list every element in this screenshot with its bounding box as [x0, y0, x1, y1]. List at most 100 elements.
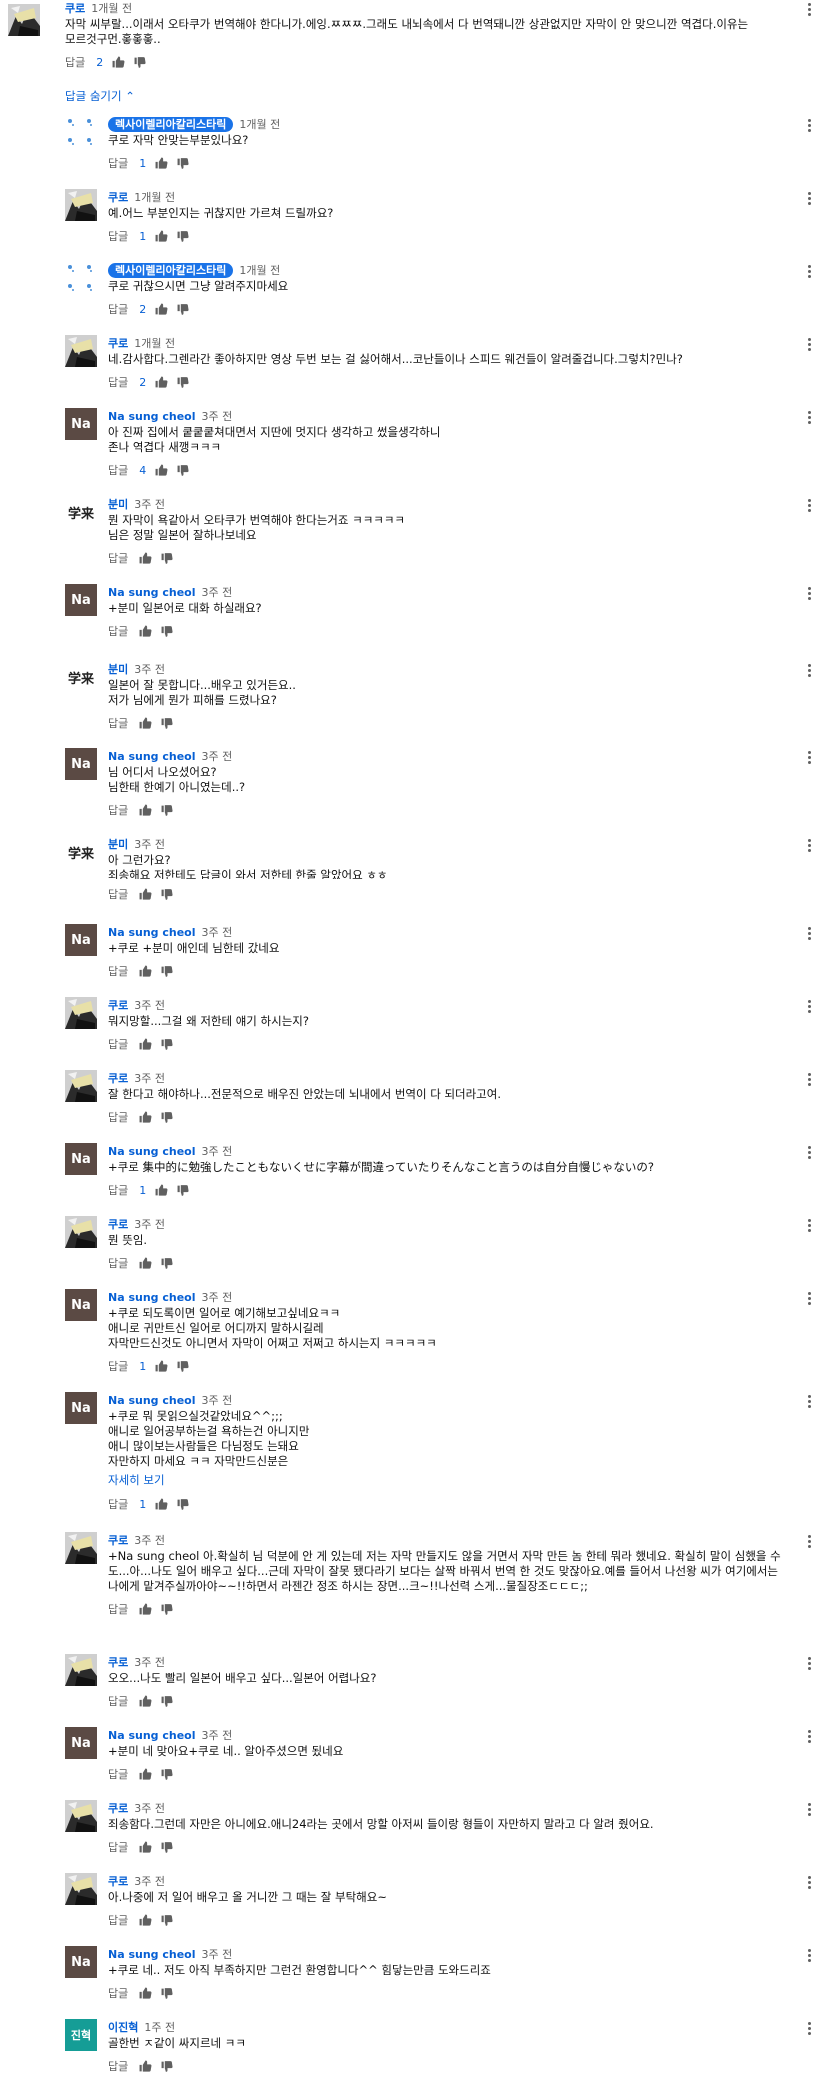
initials-avatar-icon[interactable]: 진혁 [65, 2019, 97, 2051]
manga-avatar-icon[interactable] [65, 1873, 97, 1905]
thumbs-down-icon[interactable] [177, 157, 190, 170]
comment-author[interactable]: 쿠로 [108, 337, 128, 350]
more-options-icon[interactable] [805, 1534, 813, 1550]
thumbs-down-icon[interactable] [161, 888, 174, 901]
thumbs-up-icon[interactable] [139, 1841, 152, 1854]
more-options-icon[interactable] [805, 191, 813, 207]
thumbs-up-icon[interactable] [139, 2060, 152, 2073]
more-options-icon[interactable] [805, 1145, 813, 1161]
comment-author[interactable]: 쿠로 [108, 1875, 128, 1888]
comment-author[interactable]: Na sung cheol [108, 1729, 196, 1742]
comment-author[interactable]: 쿠로 [65, 2, 85, 15]
thumbs-up-icon[interactable] [155, 230, 168, 243]
reply-button[interactable]: 답글 [108, 1109, 128, 1125]
more-options-icon[interactable] [805, 586, 813, 602]
na-avatar-icon[interactable]: Na [65, 408, 97, 440]
more-options-icon[interactable] [805, 663, 813, 679]
thumbs-up-icon[interactable] [139, 552, 152, 565]
comment-time[interactable]: 3주 전 [134, 1656, 165, 1669]
reply-button[interactable]: 답글 [108, 802, 128, 818]
thumbs-down-icon[interactable] [177, 376, 190, 389]
thumbs-up-icon[interactable] [139, 1695, 152, 1708]
comment-author[interactable]: 쿠로 [108, 1802, 128, 1815]
thumbs-down-icon[interactable] [177, 303, 190, 316]
thumbs-up-icon[interactable] [112, 56, 125, 69]
reply-button[interactable]: 답글 [108, 963, 128, 979]
reply-button[interactable]: 답글 [108, 1985, 128, 2001]
thumbs-down-icon[interactable] [161, 1768, 174, 1781]
reply-button[interactable]: 답글 [108, 1182, 128, 1198]
thumbs-down-icon[interactable] [161, 804, 174, 817]
reply-button[interactable]: 답글 [108, 1766, 128, 1782]
comment-author[interactable]: Na sung cheol [108, 1948, 196, 1961]
thumbs-down-icon[interactable] [161, 965, 174, 978]
comment-time[interactable]: 1개월 전 [239, 118, 280, 131]
comment-time[interactable]: 3주 전 [202, 1729, 233, 1742]
thumbs-down-icon[interactable] [134, 56, 147, 69]
na-avatar-icon[interactable]: Na [65, 584, 97, 616]
comment-time[interactable]: 3주 전 [202, 926, 233, 939]
thumbs-up-icon[interactable] [139, 965, 152, 978]
thumbs-up-icon[interactable] [139, 1914, 152, 1927]
thumbs-up-icon[interactable] [155, 303, 168, 316]
more-options-icon[interactable] [805, 264, 813, 280]
thumbs-up-icon[interactable] [139, 625, 152, 638]
reply-button[interactable]: 답글 [108, 1693, 128, 1709]
thumbs-up-icon[interactable] [155, 1360, 168, 1373]
thumbs-up-icon[interactable] [155, 1498, 168, 1511]
comment-time[interactable]: 3주 전 [202, 1145, 233, 1158]
thumbs-down-icon[interactable] [161, 2060, 174, 2073]
more-options-icon[interactable] [805, 1218, 813, 1234]
comment-time[interactable]: 3주 전 [134, 1218, 165, 1231]
thumbs-up-icon[interactable] [155, 1184, 168, 1197]
comment-time[interactable]: 3주 전 [202, 1948, 233, 1961]
cjk-avatar-icon[interactable]: 学来 [65, 836, 97, 868]
thumbs-down-icon[interactable] [177, 230, 190, 243]
comment-time[interactable]: 3주 전 [202, 1394, 233, 1407]
more-options-icon[interactable] [805, 1802, 813, 1818]
more-options-icon[interactable] [805, 498, 813, 514]
more-options-icon[interactable] [805, 750, 813, 766]
reply-button[interactable]: 답글 [108, 374, 128, 390]
manga-avatar-icon[interactable] [65, 997, 97, 1029]
more-options-icon[interactable] [805, 1875, 813, 1891]
cjk-avatar-icon[interactable]: 学来 [65, 496, 97, 528]
cjk-avatar-icon[interactable]: 学来 [65, 661, 97, 693]
reply-button[interactable]: 답글 [108, 462, 128, 478]
thumbs-up-icon[interactable] [139, 888, 152, 901]
na-avatar-icon[interactable]: Na [65, 1727, 97, 1759]
comment-author[interactable]: 쿠로 [108, 191, 128, 204]
thumbs-down-icon[interactable] [161, 1841, 174, 1854]
comment-author[interactable]: 쿠로 [108, 1218, 128, 1231]
reply-button[interactable]: 답글 [108, 886, 128, 902]
more-options-icon[interactable] [805, 337, 813, 353]
comment-author[interactable]: 분미 [108, 498, 128, 511]
reply-button[interactable]: 답글 [108, 1358, 128, 1374]
thumbs-up-icon[interactable] [139, 717, 152, 730]
dots-avatar-icon[interactable] [65, 116, 97, 148]
dots-avatar-icon[interactable] [65, 262, 97, 294]
more-options-icon[interactable] [805, 926, 813, 942]
comment-author[interactable]: Na sung cheol [108, 750, 196, 763]
comment-author[interactable]: 렉사이렐리아칼리스타릭 [108, 117, 234, 132]
na-avatar-icon[interactable]: Na [65, 1946, 97, 1978]
more-options-icon[interactable] [805, 1656, 813, 1672]
comment-author[interactable]: 분미 [108, 663, 128, 676]
manga-avatar-icon[interactable] [65, 1216, 97, 1248]
comment-author[interactable]: 분미 [108, 838, 128, 851]
more-options-icon[interactable] [805, 1729, 813, 1745]
thumbs-down-icon[interactable] [161, 1038, 174, 1051]
na-avatar-icon[interactable]: Na [65, 748, 97, 780]
more-options-icon[interactable] [805, 2, 813, 18]
thumbs-down-icon[interactable] [161, 1257, 174, 1270]
comment-time[interactable]: 3주 전 [134, 999, 165, 1012]
thumbs-down-icon[interactable] [161, 1111, 174, 1124]
more-options-icon[interactable] [805, 2021, 813, 2037]
manga-avatar-icon[interactable] [8, 4, 40, 36]
manga-avatar-icon[interactable] [65, 189, 97, 221]
reply-button[interactable]: 답글 [108, 1839, 128, 1855]
comment-time[interactable]: 3주 전 [134, 1802, 165, 1815]
reply-button[interactable]: 답글 [108, 1036, 128, 1052]
na-avatar-icon[interactable]: Na [65, 1392, 97, 1424]
comment-time[interactable]: 1개월 전 [134, 191, 175, 204]
